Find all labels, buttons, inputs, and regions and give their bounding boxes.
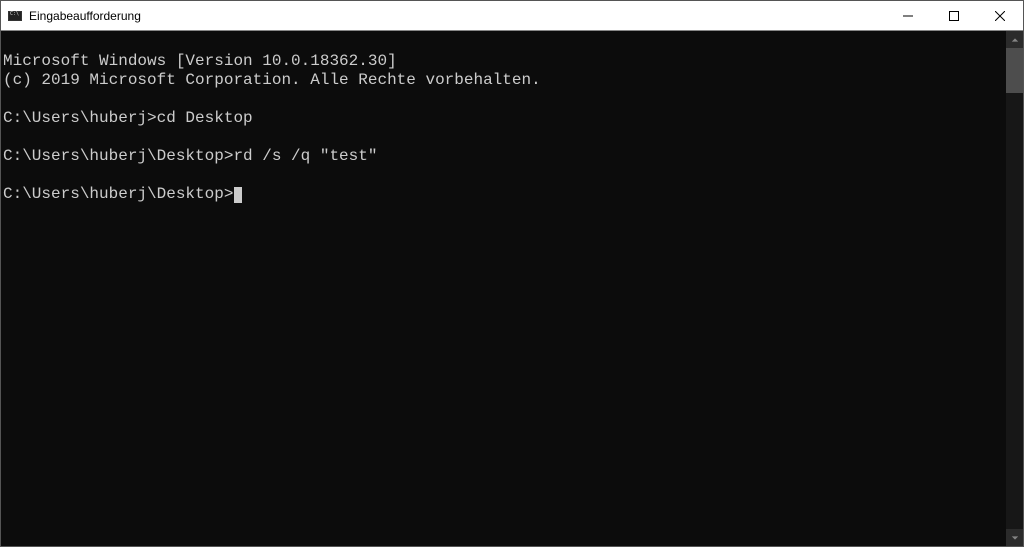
scroll-down-button[interactable] [1006, 529, 1023, 546]
maximize-button[interactable] [931, 1, 977, 30]
terminal-output[interactable]: Microsoft Windows [Version 10.0.18362.30… [1, 31, 1006, 546]
window-controls [885, 1, 1023, 30]
terminal-prompt-text: C:\Users\huberj\Desktop> [3, 185, 233, 203]
titlebar[interactable]: Eingabeaufforderung [1, 1, 1023, 31]
scrollbar-thumb[interactable] [1006, 48, 1023, 93]
titlebar-left: Eingabeaufforderung [1, 8, 885, 24]
scrollbar-track[interactable] [1006, 48, 1023, 529]
vertical-scrollbar[interactable] [1006, 31, 1023, 546]
terminal-line: C:\Users\huberj\Desktop>rd /s /q "test" [3, 147, 377, 165]
close-button[interactable] [977, 1, 1023, 30]
cmd-app-icon [7, 8, 23, 24]
minimize-button[interactable] [885, 1, 931, 30]
client-area: Microsoft Windows [Version 10.0.18362.30… [1, 31, 1023, 546]
terminal-line: Microsoft Windows [Version 10.0.18362.30… [3, 52, 397, 70]
terminal-line: C:\Users\huberj>cd Desktop [3, 109, 253, 127]
terminal-prompt-line: C:\Users\huberj\Desktop> [3, 185, 242, 203]
cmd-window: Eingabeaufforderung Microsoft Windows [V… [0, 0, 1024, 547]
terminal-line: (c) 2019 Microsoft Corporation. Alle Rec… [3, 71, 541, 89]
scroll-up-button[interactable] [1006, 31, 1023, 48]
window-title: Eingabeaufforderung [29, 9, 141, 23]
terminal-cursor [234, 187, 242, 203]
